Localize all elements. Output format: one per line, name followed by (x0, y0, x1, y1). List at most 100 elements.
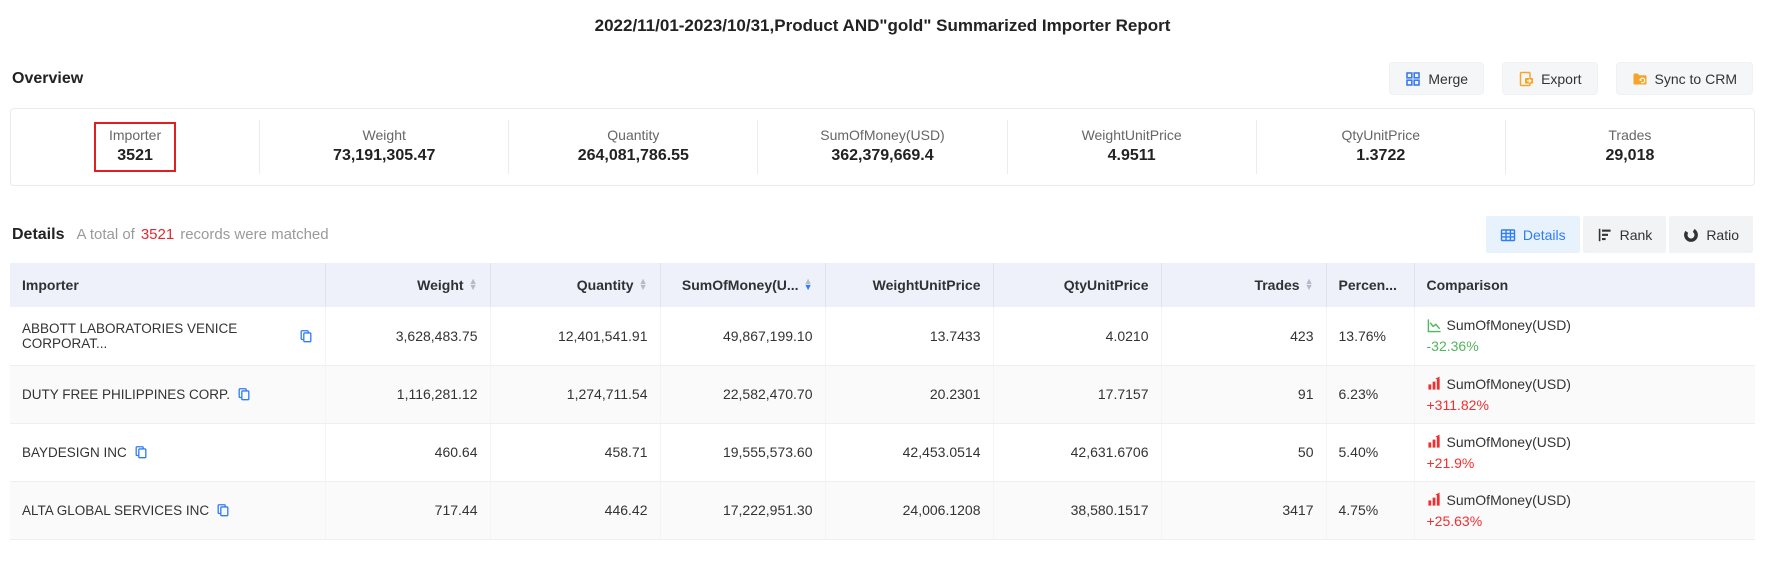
column-header-comparison: Comparison (1414, 263, 1755, 307)
percent-cell: 4.75% (1326, 481, 1414, 539)
importer-name: BAYDESIGN INC (22, 445, 127, 460)
column-header-quantity[interactable]: Quantity ▲▼ (490, 263, 660, 307)
weight-cell: 717.44 (325, 481, 490, 539)
stat-label: SumOfMoney(USD) (820, 127, 944, 143)
table-icon (1500, 227, 1516, 243)
details-row: Details A total of3521records were match… (10, 216, 1755, 253)
importer-name: DUTY FREE PHILIPPINES CORP. (22, 387, 230, 402)
stat-label: Importer (109, 127, 161, 143)
copy-icon[interactable] (134, 445, 148, 459)
sync-to-crm-button-label: Sync to CRM (1655, 71, 1737, 87)
tab-details-label: Details (1523, 227, 1566, 243)
qty-unit-price-cell: 4.0210 (993, 307, 1161, 365)
stat-value: 3521 (117, 147, 153, 165)
trend-up-chart-icon (1427, 434, 1442, 449)
weight-unit-price-cell: 24,006.1208 (825, 481, 993, 539)
sum-of-money-cell: 17,222,951.30 (660, 481, 825, 539)
comparison-change: -32.36% (1427, 338, 1744, 354)
trades-cell: 3417 (1161, 481, 1326, 539)
stat-label: Trades (1608, 127, 1651, 143)
tab-ratio[interactable]: Ratio (1669, 216, 1753, 253)
export-button[interactable]: Export (1502, 62, 1597, 95)
column-header-weight[interactable]: Weight ▲▼ (325, 263, 490, 307)
trend-down-chart-icon (1427, 318, 1442, 333)
sync-to-crm-button[interactable]: Sync to CRM (1616, 62, 1753, 95)
column-header-trades[interactable]: Trades ▲▼ (1161, 263, 1326, 307)
merge-icon (1405, 71, 1421, 87)
percent-cell: 13.76% (1326, 307, 1414, 365)
comparison-metric: SumOfMoney(USD) (1447, 317, 1571, 333)
importer-name: ABBOTT LABORATORIES VENICE CORPORAT... (22, 321, 292, 351)
weight-cell: 1,116,281.12 (325, 365, 490, 423)
donut-chart-icon (1683, 227, 1699, 243)
sort-carets: ▲▼ (639, 279, 648, 290)
tab-rank[interactable]: Rank (1583, 216, 1667, 253)
weight-unit-price-cell: 13.7433 (825, 307, 993, 365)
weight-unit-price-cell: 42,453.0514 (825, 423, 993, 481)
trades-cell: 50 (1161, 423, 1326, 481)
importer-table: Importer Weight ▲▼ Quantity ▲▼ SumOfMone… (10, 263, 1755, 540)
sync-folder-icon (1632, 71, 1648, 87)
qty-unit-price-cell: 42,631.6706 (993, 423, 1161, 481)
table-header-row: Importer Weight ▲▼ Quantity ▲▼ SumOfMone… (10, 263, 1755, 307)
view-tabs: Details Rank (1486, 216, 1753, 253)
merge-button[interactable]: Merge (1389, 62, 1484, 95)
page-title: 2022/11/01-2023/10/31,Product AND"gold" … (10, 0, 1755, 36)
trades-cell: 91 (1161, 365, 1326, 423)
stat-trades: Trades 29,018 (1505, 120, 1754, 174)
comparison-cell: SumOfMoney(USD) +311.82% (1414, 365, 1755, 423)
comparison-cell: SumOfMoney(USD) +25.63% (1414, 481, 1755, 539)
table-row: ALTA GLOBAL SERVICES INC 717.44 446.42 1… (10, 481, 1755, 539)
table-row: DUTY FREE PHILIPPINES CORP. 1,116,281.12… (10, 365, 1755, 423)
quantity-cell: 458.71 (490, 423, 660, 481)
copy-icon[interactable] (237, 387, 251, 401)
trend-up-chart-icon (1427, 492, 1442, 507)
percent-cell: 6.23% (1326, 365, 1414, 423)
column-header-importer: Importer (10, 263, 325, 307)
trades-cell: 423 (1161, 307, 1326, 365)
details-heading: Details (12, 226, 64, 244)
comparison-change: +311.82% (1427, 397, 1744, 413)
weight-cell: 460.64 (325, 423, 490, 481)
weight-cell: 3,628,483.75 (325, 307, 490, 365)
stat-label: WeightUnitPrice (1082, 127, 1182, 143)
column-header-percent: Percen... (1326, 263, 1414, 307)
comparison-cell: SumOfMoney(USD) -32.36% (1414, 307, 1755, 365)
column-header-qty-unit-price: QtyUnitPrice (993, 263, 1161, 307)
stat-weight: Weight 73,191,305.47 (259, 120, 508, 174)
sum-of-money-cell: 49,867,199.10 (660, 307, 825, 365)
sort-carets-active-desc: ▲▼ (804, 279, 813, 290)
comparison-cell: SumOfMoney(USD) +21.9% (1414, 423, 1755, 481)
sum-of-money-cell: 19,555,573.60 (660, 423, 825, 481)
copy-icon[interactable] (299, 329, 313, 343)
table-row: ABBOTT LABORATORIES VENICE CORPORAT... 3… (10, 307, 1755, 365)
qty-unit-price-cell: 38,580.1517 (993, 481, 1161, 539)
stat-weight-unit-price: WeightUnitPrice 4.9511 (1007, 120, 1256, 174)
column-header-sum-of-money[interactable]: SumOfMoney(U... ▲▼ (660, 263, 825, 307)
comparison-metric: SumOfMoney(USD) (1447, 492, 1571, 508)
column-header-weight-unit-price: WeightUnitPrice (825, 263, 993, 307)
trend-up-chart-icon (1427, 376, 1442, 391)
importer-stat-highlight: Importer 3521 (94, 122, 176, 172)
comparison-metric: SumOfMoney(USD) (1447, 434, 1571, 450)
report-page: 2022/11/01-2023/10/31,Product AND"gold" … (0, 0, 1765, 540)
toolbar: Merge Export (1389, 62, 1753, 95)
tab-details[interactable]: Details (1486, 216, 1580, 253)
comparison-change: +25.63% (1427, 513, 1744, 529)
comparison-metric: SumOfMoney(USD) (1447, 376, 1571, 392)
overview-row: Overview Merge (10, 62, 1755, 95)
sort-carets: ▲▼ (469, 279, 478, 290)
export-icon (1518, 71, 1534, 87)
table-row: BAYDESIGN INC 460.64 458.71 19,555,573.6… (10, 423, 1755, 481)
stat-value: 4.9511 (1108, 147, 1156, 165)
merge-button-label: Merge (1428, 71, 1468, 87)
stat-quantity: Quantity 264,081,786.55 (508, 120, 757, 174)
stat-sum-of-money: SumOfMoney(USD) 362,379,669.4 (757, 120, 1006, 174)
percent-cell: 5.40% (1326, 423, 1414, 481)
stat-label: Weight (363, 127, 406, 143)
rank-bars-icon (1597, 227, 1613, 243)
qty-unit-price-cell: 17.7157 (993, 365, 1161, 423)
weight-unit-price-cell: 20.2301 (825, 365, 993, 423)
copy-icon[interactable] (216, 503, 230, 517)
sort-carets: ▲▼ (1305, 279, 1314, 290)
